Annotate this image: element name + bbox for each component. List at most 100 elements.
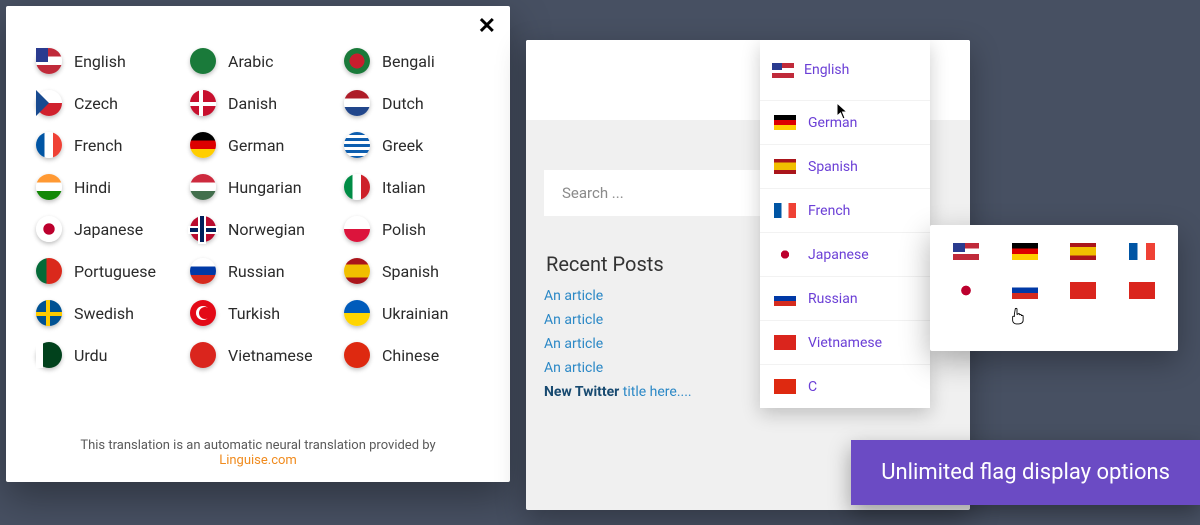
flag-icon: [36, 258, 62, 284]
flag-icon: [344, 342, 370, 368]
dropdown-item[interactable]: Russian: [760, 276, 930, 320]
language-option[interactable]: Polish: [344, 216, 490, 242]
close-icon[interactable]: ✕: [478, 16, 496, 38]
language-label: Italian: [382, 178, 426, 197]
flag-icon: [772, 63, 794, 78]
flag-icon: [36, 216, 62, 242]
language-label: Hungarian: [228, 178, 302, 197]
language-option[interactable]: Vietnamese: [190, 342, 336, 368]
language-label: Urdu: [74, 346, 108, 365]
flag-option[interactable]: [1070, 282, 1096, 299]
language-label: Turkish: [228, 304, 280, 323]
language-label: Swedish: [74, 304, 134, 323]
language-option[interactable]: Norwegian: [190, 216, 336, 242]
language-option[interactable]: Dutch: [344, 90, 490, 116]
flag-icon: [344, 300, 370, 326]
language-option[interactable]: Urdu: [36, 342, 182, 368]
dropdown-item-label: Spanish: [808, 159, 858, 175]
dropdown-item[interactable]: Japanese: [760, 232, 930, 276]
flag-option[interactable]: [1070, 243, 1096, 260]
modal-footer: This translation is an automatic neural …: [6, 438, 510, 468]
dropdown-item-label: C: [808, 379, 817, 395]
search-placeholder: Search ...: [562, 184, 624, 202]
flag-icon: [774, 159, 796, 174]
language-option[interactable]: Russian: [190, 258, 336, 284]
flag-icon: [190, 216, 216, 242]
language-label: Hindi: [74, 178, 111, 197]
language-label: English: [74, 52, 126, 71]
dropdown-item[interactable]: C: [760, 364, 930, 408]
language-option[interactable]: Portuguese: [36, 258, 182, 284]
language-label: Japanese: [74, 220, 143, 239]
flag-icon: [774, 203, 796, 218]
flag-icon: [344, 90, 370, 116]
language-option[interactable]: Danish: [190, 90, 336, 116]
flag-grid-card: [930, 225, 1178, 351]
language-option[interactable]: Czech: [36, 90, 182, 116]
flag-option[interactable]: [1129, 282, 1155, 299]
flag-option[interactable]: [1012, 282, 1038, 299]
language-option[interactable]: Italian: [344, 174, 490, 200]
language-label: Greek: [382, 136, 423, 155]
language-option[interactable]: Ukrainian: [344, 300, 490, 326]
dropdown-item-label: French: [808, 203, 850, 219]
flag-icon: [190, 48, 216, 74]
language-option[interactable]: Hungarian: [190, 174, 336, 200]
language-label: Dutch: [382, 94, 424, 113]
flag-icon: [774, 247, 796, 262]
dropdown-selected-label: English: [804, 62, 849, 78]
language-option[interactable]: Spanish: [344, 258, 490, 284]
footer-text: This translation is an automatic neural …: [80, 438, 435, 453]
flag-icon: [36, 174, 62, 200]
cursor-hand-icon: [1010, 307, 1024, 325]
flag-icon: [344, 48, 370, 74]
flag-icon: [344, 174, 370, 200]
language-option[interactable]: Turkish: [190, 300, 336, 326]
language-label: Portuguese: [74, 262, 156, 281]
language-option[interactable]: Bengali: [344, 48, 490, 74]
flag-icon: [190, 174, 216, 200]
flag-icon: [774, 115, 796, 130]
language-option[interactable]: Arabic: [190, 48, 336, 74]
language-option[interactable]: Greek: [344, 132, 490, 158]
language-option[interactable]: Chinese: [344, 342, 490, 368]
language-label: Chinese: [382, 346, 439, 365]
language-label: Ukrainian: [382, 304, 448, 323]
language-label: French: [74, 136, 122, 155]
flag-icon: [344, 132, 370, 158]
flag-option[interactable]: [953, 282, 979, 299]
language-option[interactable]: German: [190, 132, 336, 158]
flag-icon: [36, 132, 62, 158]
flag-option[interactable]: [1012, 243, 1038, 260]
language-option[interactable]: Japanese: [36, 216, 182, 242]
language-option[interactable]: Hindi: [36, 174, 182, 200]
flag-icon: [344, 258, 370, 284]
language-option[interactable]: Swedish: [36, 300, 182, 326]
flag-option[interactable]: [1129, 243, 1155, 260]
language-option[interactable]: French: [36, 132, 182, 158]
dropdown-selected[interactable]: English: [760, 40, 930, 100]
language-label: Bengali: [382, 52, 435, 71]
dropdown-item[interactable]: German: [760, 100, 930, 144]
flag-icon: [190, 342, 216, 368]
flag-icon: [190, 300, 216, 326]
linguise-link[interactable]: Linguise.com: [219, 453, 297, 468]
language-label: Spanish: [382, 262, 439, 281]
language-label: Vietnamese: [228, 346, 313, 365]
flag-icon: [190, 132, 216, 158]
dropdown-item[interactable]: Spanish: [760, 144, 930, 188]
banner-text: Unlimited flag display options: [881, 460, 1170, 485]
dropdown-item[interactable]: Vietnamese: [760, 320, 930, 364]
language-label: Czech: [74, 94, 118, 113]
flag-icon: [190, 90, 216, 116]
language-option[interactable]: English: [36, 48, 182, 74]
flag-icon: [774, 291, 796, 306]
dropdown-item-label: Russian: [808, 291, 858, 307]
flag-icon: [36, 342, 62, 368]
flag-icon: [774, 379, 796, 394]
language-label: Arabic: [228, 52, 274, 71]
flag-option[interactable]: [953, 243, 979, 260]
language-label: Russian: [228, 262, 285, 281]
dropdown-item[interactable]: French: [760, 188, 930, 232]
language-label: Danish: [228, 94, 277, 113]
